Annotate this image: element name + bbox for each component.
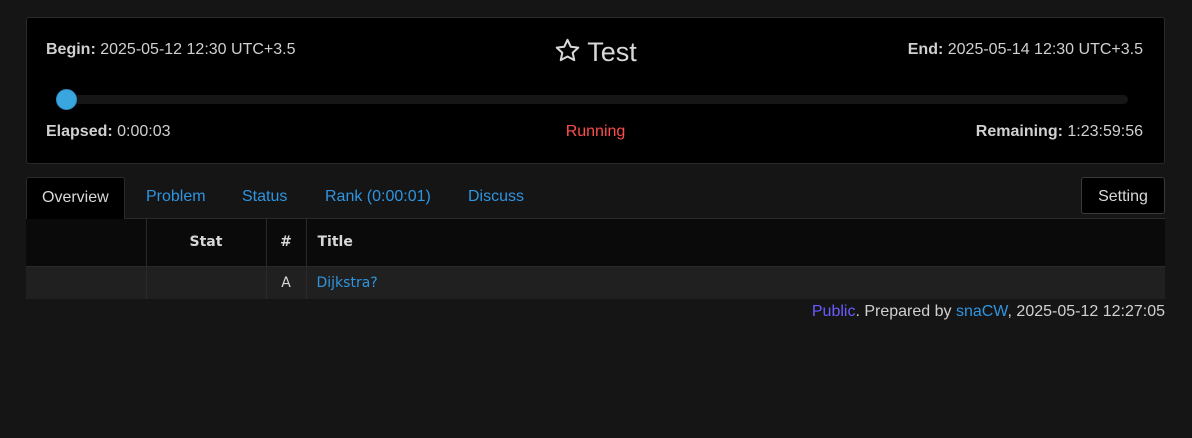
table-row: A Dijkstra? <box>26 266 1165 299</box>
header-stat[interactable]: Stat <box>146 219 267 267</box>
end-value: 2025-05-14 12:30 UTC+3.5 <box>947 41 1143 58</box>
progress-track[interactable] <box>63 95 1128 104</box>
footer-timestamp: , 2025-05-12 12:27:05 <box>1007 303 1165 320</box>
table-header-row: Stat # Title <box>26 219 1165 267</box>
visibility-link[interactable]: Public <box>812 303 856 320</box>
author-link[interactable]: snaCW <box>956 303 1008 320</box>
remaining-value: 1:23:59:56 <box>1067 123 1143 140</box>
problem-title-link[interactable]: Dijkstra? <box>317 275 378 291</box>
remaining-label: Remaining: <box>975 123 1063 140</box>
end-label: End: <box>907 41 944 58</box>
row-stat <box>146 266 267 299</box>
tab-overview[interactable]: Overview <box>26 177 125 220</box>
tab-status[interactable]: Status <box>242 177 287 219</box>
problem-table: Stat # Title A Dijkstra? <box>26 219 1165 299</box>
progress-handle[interactable] <box>56 89 78 110</box>
row-col0 <box>26 266 147 299</box>
row-title-cell: Dijkstra? <box>306 266 1165 299</box>
contest-title: Test <box>587 37 637 67</box>
header-number[interactable]: # <box>266 219 307 267</box>
contest-header-panel: Begin: 2025-05-12 12:30 UTC+3.5 Test End… <box>26 17 1165 164</box>
row-number: A <box>266 266 307 299</box>
header-title[interactable]: Title <box>306 219 1165 267</box>
star-outline-icon[interactable] <box>554 37 581 64</box>
end-time: End: 2025-05-14 12:30 UTC+3.5 <box>908 41 1143 59</box>
header-col0 <box>26 219 147 267</box>
contest-tabs: Overview Problem Status Rank (0:00:01) D… <box>26 177 1165 220</box>
contest-footer: Public. Prepared by snaCW, 2025-05-12 12… <box>812 303 1165 321</box>
tab-problem[interactable]: Problem <box>146 177 206 219</box>
setting-button[interactable]: Setting <box>1081 177 1165 214</box>
prepared-by-text: . Prepared by <box>855 303 956 320</box>
remaining-time: Remaining: 1:23:59:56 <box>976 123 1143 141</box>
tab-discuss[interactable]: Discuss <box>468 177 524 219</box>
tab-rank[interactable]: Rank (0:00:01) <box>325 177 431 219</box>
